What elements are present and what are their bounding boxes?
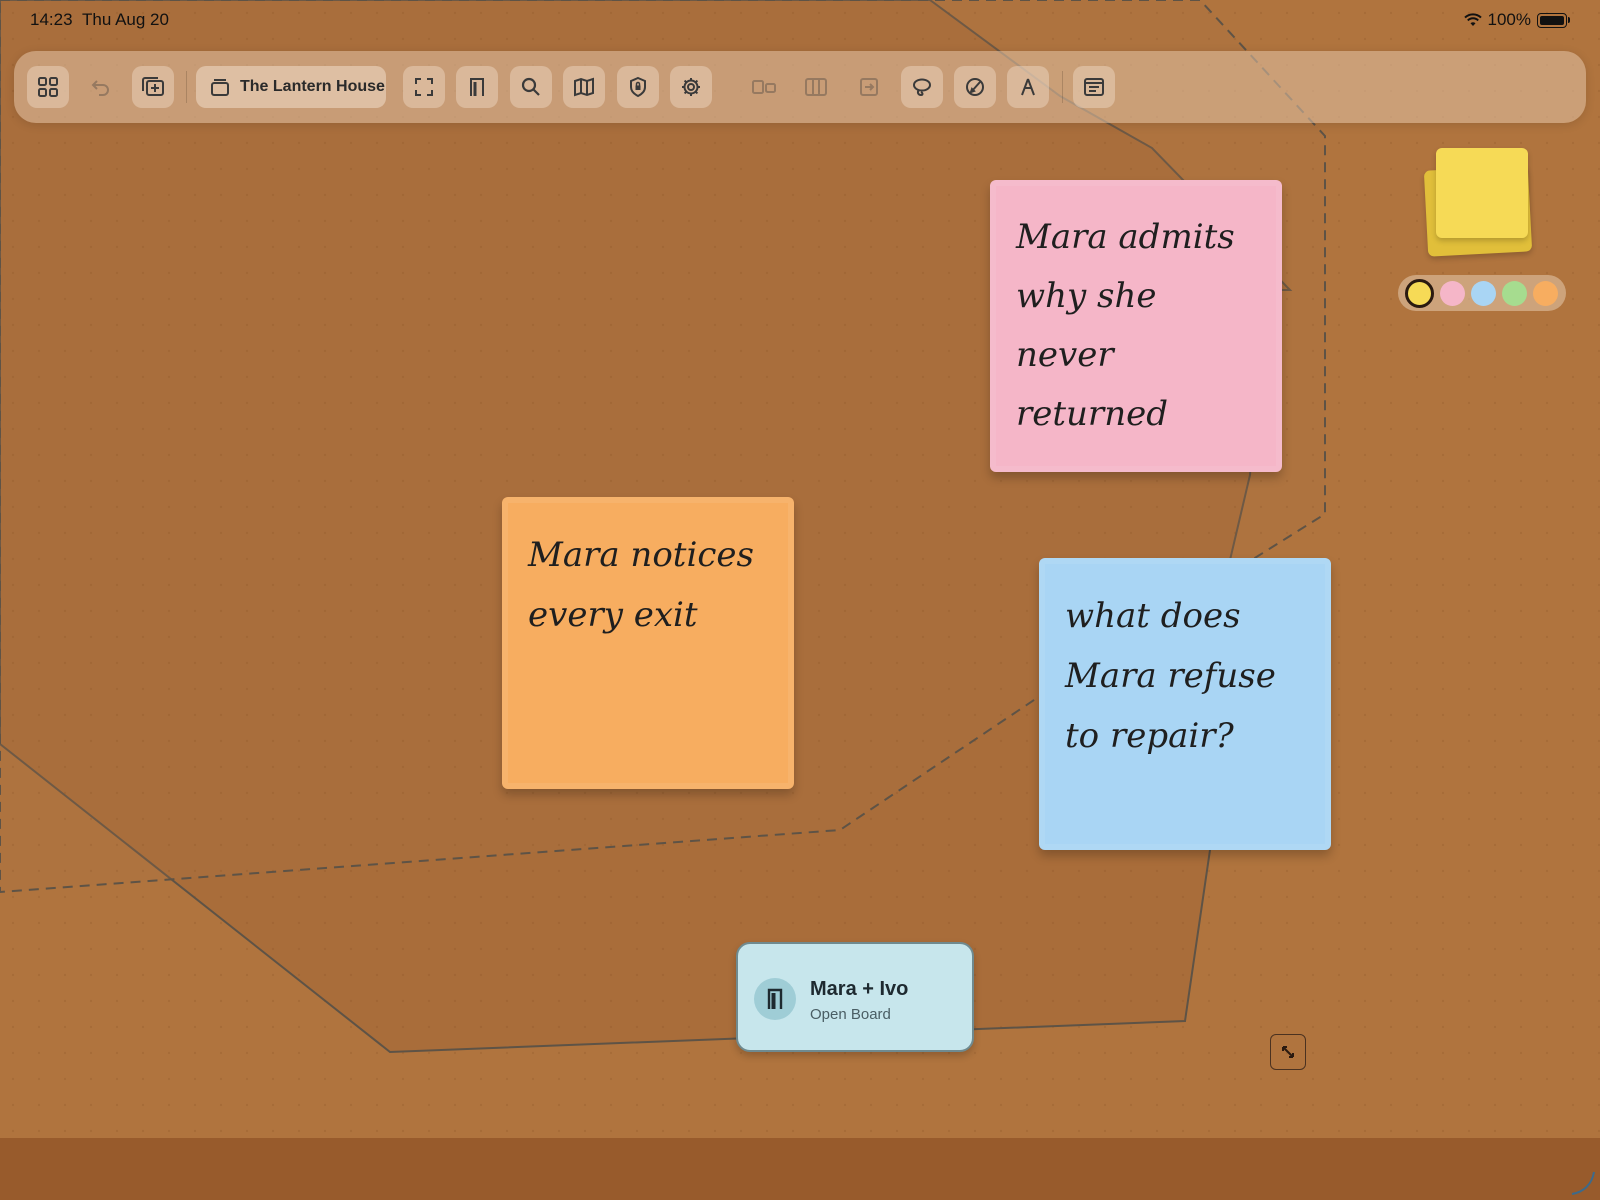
sticky-note[interactable]: Mara notices every exit [502,497,794,789]
split-layout-button[interactable] [743,66,785,108]
expand-button[interactable] [1270,1034,1306,1070]
add-window-icon [142,77,164,96]
pen-icon [1021,78,1035,96]
move-button[interactable] [848,66,890,108]
move-icon [860,78,878,96]
note-color-picker [1398,275,1566,311]
color-swatch[interactable] [1471,280,1496,306]
bottom-strip [0,1138,1600,1200]
search-button[interactable] [510,66,552,108]
board-card-title: Mara + Ivo [810,978,909,1000]
settings-button[interactable] [670,66,712,108]
map-icon [574,77,594,97]
toolbar: The Lantern House [14,51,1586,123]
sticky-note[interactable]: what does Mara refuse to repair? [1039,558,1331,850]
color-swatch[interactable] [1440,280,1465,306]
status-time: 14:23 Thu Aug 20 [30,10,169,30]
date: Thu Aug 20 [82,10,169,29]
color-swatch[interactable] [1502,280,1527,306]
draw-button[interactable] [954,66,996,108]
wifi-icon [1463,13,1482,26]
grid-view-button[interactable] [27,66,69,108]
color-swatch[interactable] [1533,280,1558,306]
grid-icon [38,77,58,97]
board-link-card[interactable]: Mara + Ivo Open Board [736,942,974,1052]
pencil-circle-icon [966,78,984,96]
battery-tip [1568,17,1570,23]
undo-icon [91,80,109,96]
search-icon [521,77,540,96]
columns-icon [805,78,827,96]
split-icon [752,80,776,94]
battery-percent: 100% [1487,10,1531,29]
fullscreen-icon [415,78,433,96]
board-title-button[interactable]: The Lantern House [196,66,386,108]
board-button[interactable] [456,66,498,108]
map-button[interactable] [563,66,605,108]
toolbar-divider [186,71,187,103]
fullscreen-button[interactable] [403,66,445,108]
board-icon [470,78,484,96]
undo-button[interactable] [80,66,122,108]
toolbar-divider [1062,71,1063,103]
board-icon [754,978,796,1020]
clock: 14:23 [30,10,73,29]
lasso-button[interactable] [901,66,943,108]
columns-button[interactable] [795,66,837,108]
add-board-button[interactable] [132,66,174,108]
lasso-icon [913,78,931,97]
color-swatch[interactable] [1405,278,1434,308]
sticky-note[interactable]: Mara admits why she never returned [990,180,1282,472]
resize-handle-icon [1571,1171,1595,1195]
expand-icon [1282,1046,1294,1058]
inspector-button[interactable] [1073,66,1115,108]
pen-button[interactable] [1007,66,1049,108]
shield-icon [630,76,646,98]
battery-icon [1537,12,1567,28]
stack-icon [211,79,229,96]
board-title: The Lantern House [240,78,385,95]
note-stack-front [1436,148,1528,238]
status-bar: 14:23 Thu Aug 20 100% [0,0,1600,36]
panel-icon [1084,78,1104,96]
status-indicators: 100% [1463,10,1570,30]
gear-icon [682,78,700,96]
shield-button[interactable] [617,66,659,108]
new-note-stack[interactable] [1423,148,1540,258]
board-card-subtitle: Open Board [810,1006,891,1023]
